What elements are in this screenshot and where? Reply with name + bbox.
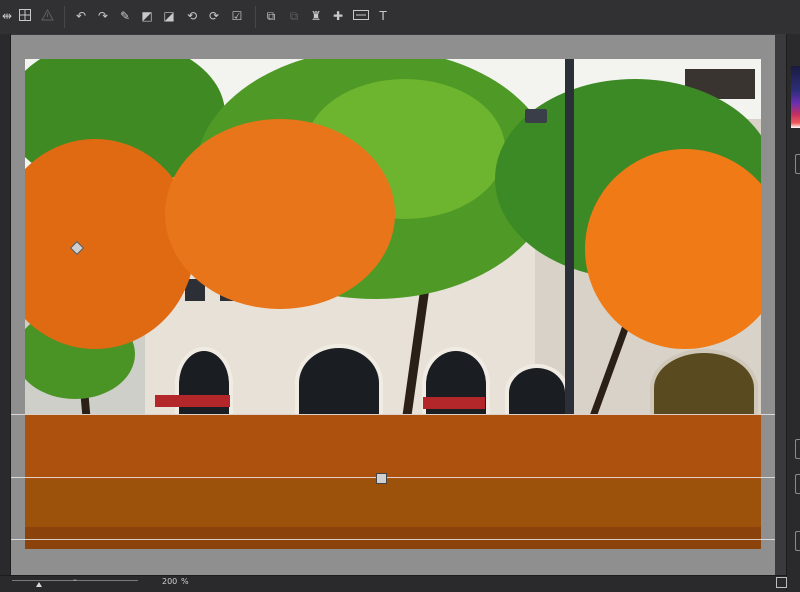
zoom-slider-thumb[interactable] [36, 582, 42, 587]
archway [422, 347, 490, 421]
archway [295, 344, 383, 422]
street-lamp [525, 109, 547, 123]
zoom-value[interactable]: 200 [162, 577, 177, 586]
tree-foliage-orange [165, 119, 395, 309]
toolbar-separator [64, 6, 65, 28]
archway [175, 347, 233, 421]
panel-tab[interactable] [795, 439, 800, 459]
paste-mask-icon[interactable]: ⧉ [287, 9, 301, 23]
rotate-left-icon[interactable]: ⟲ [185, 9, 199, 23]
undo-icon[interactable]: ↶ [74, 9, 88, 23]
apply-mask-icon[interactable]: ☑ [230, 9, 244, 23]
grid-icon[interactable] [18, 9, 32, 23]
photo-preview[interactable] [25, 59, 761, 549]
toolbar-separator [255, 6, 256, 28]
status-bar: ⌄ 200 % [0, 575, 786, 592]
panel-tab[interactable] [795, 531, 800, 551]
copy-mask-icon[interactable]: ⧉ [264, 9, 278, 23]
gradient-mask-band [25, 414, 761, 549]
fit-to-screen-icon[interactable] [776, 577, 787, 588]
gradient-center-handle[interactable] [376, 473, 387, 484]
brush-mask-icon[interactable]: ✎ [118, 9, 132, 23]
stamp-icon[interactable]: ♜ [309, 9, 323, 23]
rotate-right-icon[interactable]: ⟳ [207, 9, 221, 23]
panel-tab[interactable] [795, 154, 800, 174]
gradient-guide-center[interactable] [11, 477, 775, 478]
zoom-unit: % [181, 577, 189, 586]
histogram-thumbnail [791, 66, 800, 128]
chevron-down-icon[interactable]: ⌄ [72, 575, 78, 583]
warning-icon[interactable] [40, 8, 54, 23]
right-panel-rail[interactable] [786, 34, 800, 591]
text-tool-icon[interactable]: T [376, 9, 390, 23]
toolbar: ⇹ ↶ ↷ ✎ ◩ ◪ ⟲ ⟳ ☑ ⧉ ⧉ ♜ ✚ T [0, 0, 800, 35]
left-panel-rail[interactable] [0, 34, 11, 591]
gradient-guide-top[interactable] [11, 414, 775, 415]
awning [423, 397, 485, 409]
puzzle-icon[interactable]: ✚ [331, 9, 345, 23]
crop-ratio-icon[interactable] [353, 9, 369, 23]
gradient-mask-icon[interactable]: ◩ [140, 9, 154, 23]
erase-mask-icon[interactable]: ◪ [162, 9, 176, 23]
gradient-guide-bottom[interactable] [11, 539, 775, 540]
redo-icon[interactable]: ↷ [96, 9, 110, 23]
awning [155, 395, 230, 407]
resize-arrows-icon[interactable]: ⇹ [0, 9, 14, 23]
panel-tab[interactable] [795, 474, 800, 494]
